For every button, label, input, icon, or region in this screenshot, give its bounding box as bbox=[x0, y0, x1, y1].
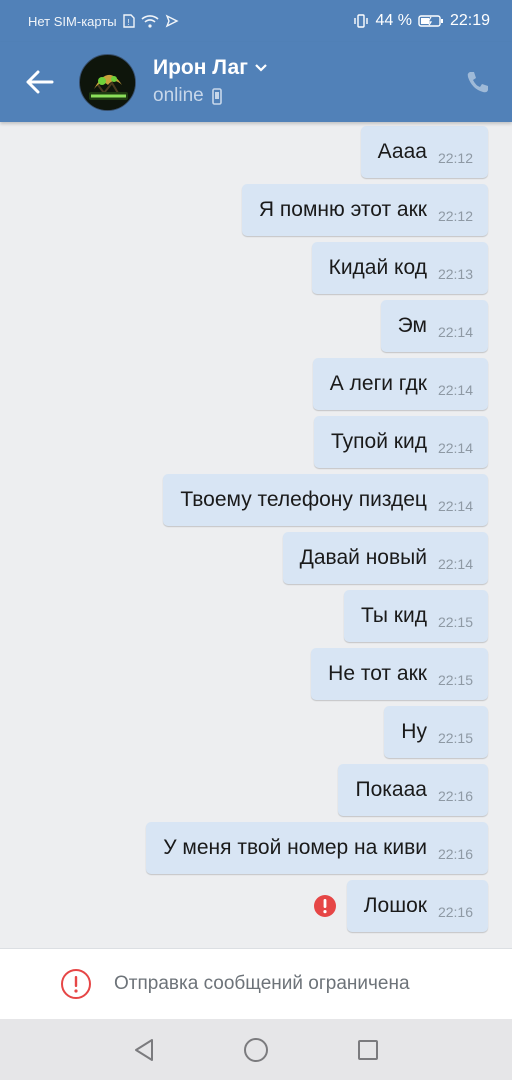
message-text: Я помню этот акк bbox=[258, 198, 427, 221]
message-bubble[interactable]: Ну 22:15 bbox=[384, 706, 488, 758]
vibrate-icon bbox=[353, 13, 369, 29]
message-time: 22:14 bbox=[437, 440, 473, 456]
status-bar: Нет SIM-карты ! 44 % 22:19 bbox=[0, 0, 512, 42]
message[interactable]: Я помню этот акк 22:12 bbox=[241, 184, 488, 236]
message-bubble[interactable]: Лошок 22:16 bbox=[346, 880, 488, 932]
message-time: 22:16 bbox=[437, 904, 473, 920]
message-time: 22:15 bbox=[437, 730, 473, 746]
message-bubble[interactable]: Тупой кид 22:14 bbox=[314, 416, 488, 468]
back-button[interactable] bbox=[20, 62, 60, 102]
message-time: 22:15 bbox=[437, 672, 473, 688]
message-bubble[interactable]: Покааа 22:16 bbox=[338, 764, 488, 816]
message[interactable]: Эм 22:14 bbox=[380, 300, 488, 352]
message-time: 22:14 bbox=[437, 382, 473, 398]
message-time: 22:14 bbox=[437, 556, 473, 572]
chat-header: Ирон Лаг online bbox=[0, 42, 512, 122]
message[interactable]: Твоему телефону пиздец 22:14 bbox=[163, 474, 488, 526]
message-time: 22:13 bbox=[437, 266, 473, 282]
message-text: Тупой кид bbox=[331, 430, 427, 453]
message-text: У меня твой номер на киви bbox=[163, 836, 427, 859]
phone-device-icon bbox=[211, 87, 222, 105]
wifi-icon bbox=[141, 14, 159, 28]
message-bubble[interactable]: Ты кид 22:15 bbox=[343, 590, 488, 642]
message[interactable]: Тупой кид 22:14 bbox=[314, 416, 488, 468]
message-text: Твоему телефону пиздец bbox=[180, 488, 427, 511]
restriction-text: Отправка сообщений ограничена bbox=[114, 973, 410, 994]
clock: 22:19 bbox=[449, 12, 490, 29]
online-status-text: online bbox=[153, 85, 204, 106]
message-bubble[interactable]: А леги гдк 22:14 bbox=[312, 358, 488, 410]
svg-text:!: ! bbox=[127, 18, 129, 27]
message-time: 22:15 bbox=[437, 614, 473, 630]
carrier-label: Нет SIM-карты bbox=[28, 13, 117, 29]
message-bubble[interactable]: Я помню этот акк 22:12 bbox=[241, 184, 488, 236]
message[interactable]: Давай новый 22:14 bbox=[282, 532, 488, 584]
message-text: Кидай код bbox=[328, 256, 427, 279]
message-text: Аааа bbox=[377, 140, 427, 163]
status-left: Нет SIM-карты ! bbox=[28, 14, 179, 29]
message-list[interactable]: Аааа 22:12 Я помню этот акк 22:12 Кидай … bbox=[0, 122, 512, 948]
message[interactable]: Аааа 22:12 bbox=[360, 126, 488, 178]
message-bubble[interactable]: Аааа 22:12 bbox=[360, 126, 488, 178]
message-text: Ты кид bbox=[360, 604, 427, 627]
message[interactable]: Покааа 22:16 bbox=[338, 764, 488, 816]
message-time: 22:16 bbox=[437, 846, 473, 862]
exclamation-circle-icon bbox=[61, 969, 91, 999]
message-text: Покааа bbox=[355, 778, 427, 801]
message[interactable]: Кидай код 22:13 bbox=[311, 242, 488, 294]
message-bubble[interactable]: У меня твой номер на киви 22:16 bbox=[146, 822, 488, 874]
message-text: Лошок bbox=[363, 894, 427, 917]
online-status: online bbox=[153, 85, 222, 107]
message-text: Эм bbox=[397, 314, 427, 337]
avatar-image bbox=[80, 55, 135, 110]
messaging-restricted-bar: Отправка сообщений ограничена bbox=[0, 948, 512, 1019]
message-text: Давай новый bbox=[299, 546, 427, 569]
message-time: 22:14 bbox=[437, 324, 473, 340]
message-time: 22:12 bbox=[437, 208, 473, 224]
message-bubble[interactable]: Твоему телефону пиздец 22:14 bbox=[163, 474, 488, 526]
nav-recent-button[interactable] bbox=[353, 1035, 383, 1065]
message-time: 22:16 bbox=[437, 788, 473, 804]
message[interactable]: У меня твой номер на киви 22:16 bbox=[146, 822, 488, 874]
send-status-icon bbox=[165, 14, 179, 28]
message-failed[interactable]: Лошок 22:16 bbox=[313, 880, 488, 932]
message-bubble[interactable]: Эм 22:14 bbox=[380, 300, 488, 352]
avatar[interactable] bbox=[79, 54, 136, 111]
message[interactable]: Ты кид 22:15 bbox=[343, 590, 488, 642]
battery-icon bbox=[418, 14, 444, 28]
square-recent-icon bbox=[358, 1039, 378, 1060]
chat-title[interactable]: Ирон Лаг bbox=[153, 56, 268, 80]
system-nav-bar bbox=[0, 1019, 512, 1080]
message-bubble[interactable]: Не тот акк 22:15 bbox=[311, 648, 488, 700]
triangle-back-icon bbox=[135, 1038, 153, 1061]
status-right: 44 % 22:19 bbox=[353, 12, 490, 30]
nav-back-button[interactable] bbox=[129, 1035, 159, 1065]
phone-call-icon bbox=[467, 72, 488, 93]
arrow-left-icon bbox=[26, 70, 54, 94]
circle-home-icon bbox=[244, 1037, 268, 1062]
message-time: 22:12 bbox=[437, 150, 473, 166]
message-text: А леги гдк bbox=[329, 372, 427, 395]
exclamation-circle-icon[interactable] bbox=[313, 894, 337, 918]
nav-home-button[interactable] bbox=[241, 1035, 271, 1065]
message[interactable]: Ну 22:15 bbox=[384, 706, 488, 758]
message-bubble[interactable]: Давай новый 22:14 bbox=[282, 532, 488, 584]
message-text: Ну bbox=[401, 720, 427, 743]
message-time: 22:14 bbox=[437, 498, 473, 514]
battery-percent: 44 % bbox=[375, 12, 412, 29]
message[interactable]: Не тот акк 22:15 bbox=[311, 648, 488, 700]
message-text: Не тот акк bbox=[328, 662, 427, 685]
chat-title-text: Ирон Лаг bbox=[153, 56, 248, 79]
call-button[interactable] bbox=[462, 66, 494, 98]
message-bubble[interactable]: Кидай код 22:13 bbox=[311, 242, 488, 294]
chevron-down-icon bbox=[255, 64, 267, 72]
message[interactable]: А леги гдк 22:14 bbox=[312, 358, 488, 410]
sim-icon: ! bbox=[122, 14, 135, 28]
